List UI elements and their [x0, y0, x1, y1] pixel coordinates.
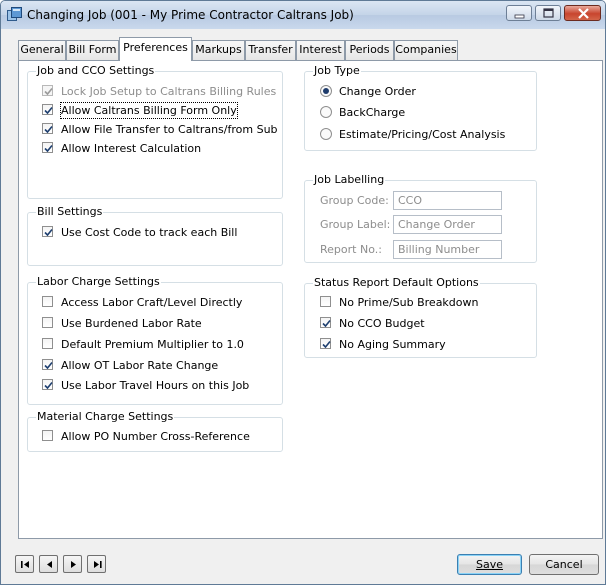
- report-no-field[interactable]: Billing Number: [393, 240, 502, 259]
- lock-job-setup-label: Lock Job Setup to Caltrans Billing Rules: [61, 85, 277, 98]
- use-cost-code-label: Use Cost Code to track each Bill: [61, 226, 238, 239]
- checkbox-box: [42, 142, 53, 153]
- default-premium-multiplier-label: Default Premium Multiplier to 1.0: [61, 338, 244, 351]
- allow-ot-labor-rate-label: Allow OT Labor Rate Change: [61, 359, 219, 372]
- bill-settings-group: Bill Settings Use Cost Code to track eac…: [27, 205, 283, 266]
- checkmark-icon: [44, 125, 53, 134]
- group-label-field[interactable]: Change Order: [393, 215, 502, 234]
- checkbox-box: [320, 338, 331, 349]
- first-record-button[interactable]: [15, 555, 34, 573]
- save-button-label: Save: [475, 558, 503, 571]
- radio-circle: [320, 128, 332, 140]
- material-charge-settings-group: Material Charge Settings Allow PO Number…: [27, 410, 283, 452]
- checkmark-icon: [44, 228, 53, 237]
- status-report-options-legend: Status Report Default Options: [313, 276, 480, 289]
- checkbox-box: [42, 123, 53, 134]
- checkmark-icon: [44, 361, 53, 370]
- tab-interest[interactable]: Interest: [296, 40, 345, 60]
- minimize-icon: [514, 14, 525, 19]
- checkbox-box: [42, 338, 53, 349]
- group-label-label: Group Label:: [320, 218, 391, 231]
- checkbox-box: [320, 317, 331, 328]
- checkbox-box: [42, 104, 53, 115]
- checkbox-box: [42, 430, 53, 441]
- checkbox-box: [42, 296, 53, 307]
- checkmark-icon: [322, 340, 331, 349]
- job-type-group: Job Type Change Order BackCharge Estimat…: [304, 64, 537, 151]
- radio-circle: [320, 106, 332, 118]
- minimize-button[interactable]: [506, 5, 532, 21]
- tab-markups[interactable]: Markups: [192, 40, 245, 60]
- last-record-icon: [94, 561, 102, 568]
- backcharge-label: BackCharge: [339, 106, 406, 119]
- checkbox-box: [320, 296, 331, 307]
- maximize-button[interactable]: [535, 5, 561, 21]
- checkbox-box: [42, 359, 53, 370]
- group-code-field[interactable]: CCO: [393, 191, 502, 210]
- first-record-icon: [21, 561, 29, 568]
- estimate-pricing-label: Estimate/Pricing/Cost Analysis: [339, 128, 506, 141]
- allow-caltrans-billing-form-label: Allow Caltrans Billing Form Only: [60, 102, 238, 119]
- report-no-label: Report No.:: [320, 243, 382, 256]
- next-record-icon: [71, 561, 76, 568]
- tab-bill-form[interactable]: Bill Form: [66, 40, 119, 60]
- bill-settings-legend: Bill Settings: [36, 205, 104, 218]
- checkbox-box: [42, 226, 53, 237]
- no-cco-budget-label: No CCO Budget: [339, 317, 425, 330]
- app-icon: [7, 7, 22, 21]
- checkbox-box: [42, 379, 53, 390]
- no-prime-sub-breakdown-label: No Prime/Sub Breakdown: [339, 296, 479, 309]
- job-type-legend: Job Type: [313, 64, 361, 77]
- checkbox-box: [42, 317, 53, 328]
- checkmark-icon: [44, 106, 53, 115]
- previous-record-button[interactable]: [39, 555, 58, 573]
- material-charge-settings-legend: Material Charge Settings: [36, 410, 175, 423]
- job-cco-settings-group: Job and CCO Settings Lock Job Setup to C…: [27, 64, 283, 199]
- title-bar[interactable]: Changing Job (001 - My Prime Contractor …: [1, 1, 605, 29]
- status-report-options-group: Status Report Default Options No Prime/S…: [304, 276, 537, 358]
- preferences-panel: Job and CCO Settings Lock Job Setup to C…: [18, 60, 603, 539]
- changing-job-window: Changing Job (001 - My Prime Contractor …: [0, 0, 606, 585]
- labor-charge-settings-group: Labor Charge Settings Access Labor Craft…: [27, 275, 283, 405]
- use-labor-travel-hours-label: Use Labor Travel Hours on this Job: [61, 379, 250, 392]
- access-labor-craft-label: Access Labor Craft/Level Directly: [61, 296, 243, 309]
- maximize-icon: [543, 8, 554, 18]
- group-code-label: Group Code:: [320, 194, 389, 207]
- radio-dot: [323, 88, 329, 94]
- tab-transfer[interactable]: Transfer: [245, 40, 296, 60]
- tab-general[interactable]: General: [18, 40, 66, 60]
- job-labelling-group: Job Labelling Group Code: CCO Group Labe…: [304, 173, 537, 263]
- cancel-button[interactable]: Cancel: [529, 554, 599, 575]
- next-record-button[interactable]: [63, 555, 82, 573]
- checkbox-box: [42, 85, 53, 96]
- checkmark-icon: [44, 381, 53, 390]
- checkmark-icon: [44, 87, 53, 96]
- labor-charge-settings-legend: Labor Charge Settings: [36, 275, 161, 288]
- use-burdened-labor-rate-label: Use Burdened Labor Rate: [61, 317, 202, 330]
- window-title: Changing Job (001 - My Prime Contractor …: [27, 8, 354, 22]
- tab-preferences[interactable]: Preferences: [119, 37, 192, 61]
- job-cco-settings-legend: Job and CCO Settings: [36, 64, 156, 77]
- job-labelling-legend: Job Labelling: [313, 173, 386, 186]
- checkmark-icon: [44, 144, 53, 153]
- tab-periods[interactable]: Periods: [345, 40, 394, 60]
- no-aging-summary-label: No Aging Summary: [339, 338, 446, 351]
- close-button[interactable]: [564, 5, 601, 21]
- tab-companies[interactable]: Companies: [394, 40, 458, 60]
- change-order-label: Change Order: [339, 85, 416, 98]
- close-icon: [578, 8, 589, 19]
- allow-interest-calculation-label: Allow Interest Calculation: [61, 142, 202, 155]
- radio-circle: [320, 85, 332, 97]
- checkmark-icon: [322, 319, 331, 328]
- allow-file-transfer-label: Allow File Transfer to Caltrans/from Sub: [61, 123, 278, 136]
- save-button[interactable]: Save: [457, 554, 522, 575]
- previous-record-icon: [47, 561, 52, 568]
- last-record-button[interactable]: [87, 555, 106, 573]
- allow-po-number-label: Allow PO Number Cross-Reference: [61, 430, 250, 443]
